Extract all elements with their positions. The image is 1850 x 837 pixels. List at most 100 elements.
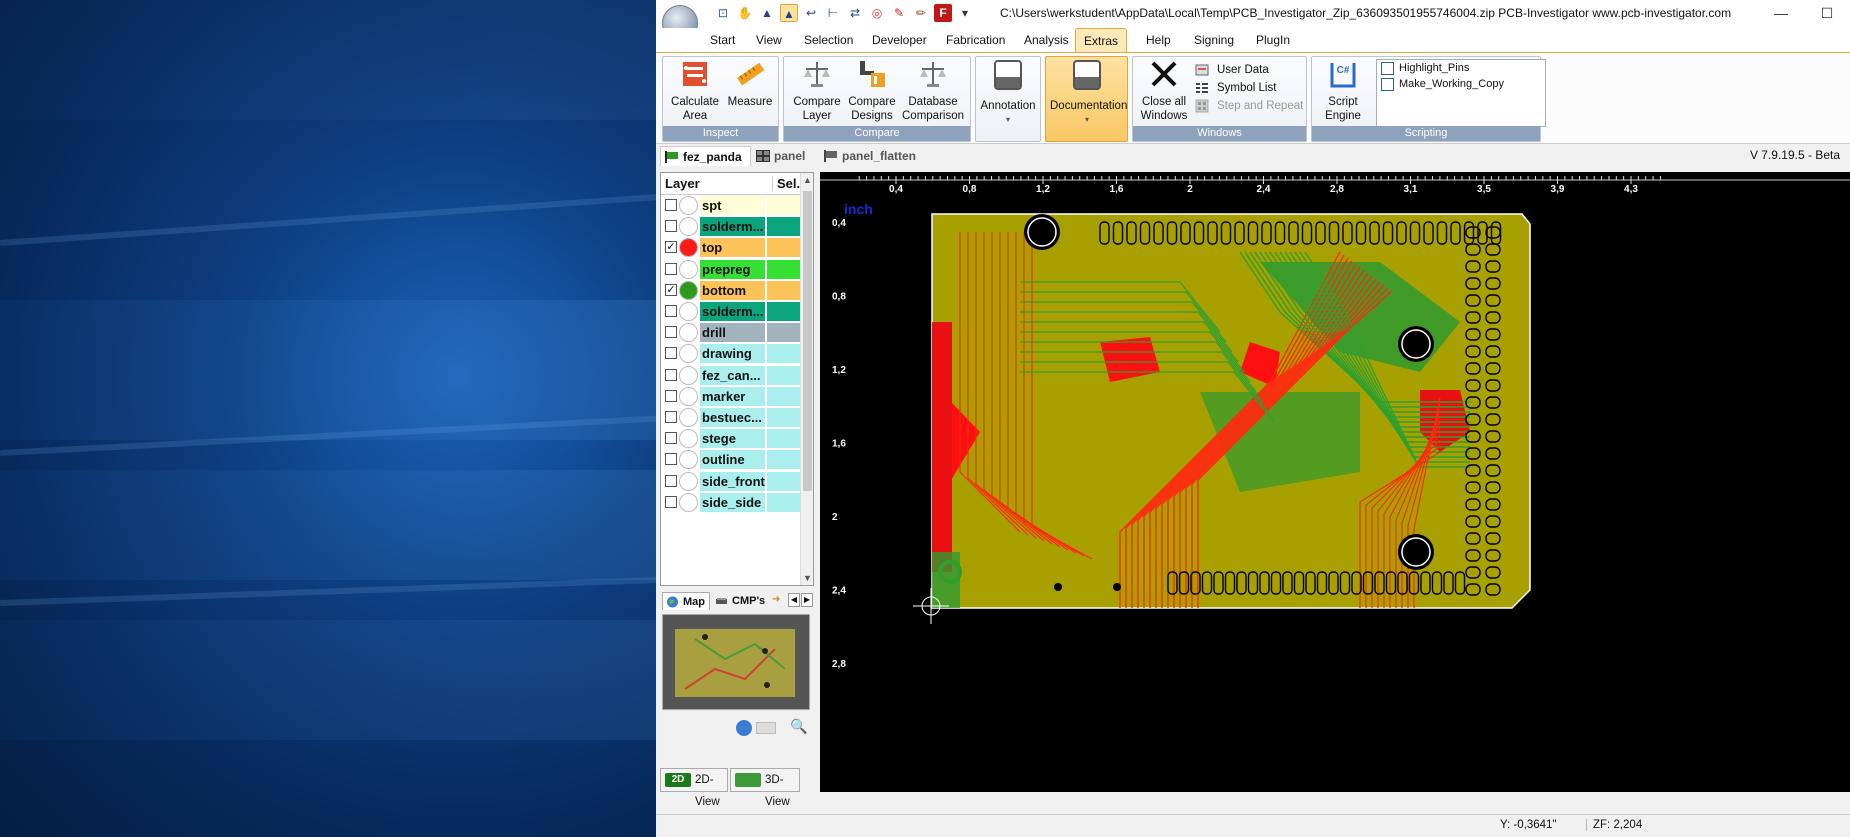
layer-sel-cell[interactable] — [767, 429, 801, 449]
compare-layer-button[interactable]: Compare Layer — [790, 59, 844, 123]
layer-sel-cell[interactable] — [767, 238, 801, 258]
layer-checkbox[interactable] — [665, 368, 677, 381]
tab-developer[interactable]: Developer — [864, 28, 935, 52]
flip-icon[interactable]: ⇄ — [846, 4, 864, 22]
layer-checkbox[interactable] — [665, 474, 677, 487]
layer-sel-cell[interactable] — [767, 408, 801, 427]
layer-sel-cell[interactable] — [767, 196, 801, 215]
layer-checkbox[interactable] — [665, 453, 677, 466]
tab-extras[interactable]: Extras — [1075, 28, 1128, 52]
view-2d-button[interactable]: 2D 2D-View — [660, 768, 728, 808]
layer-scrollbar[interactable]: ▲ ▼ — [800, 173, 813, 585]
layer-sel-cell[interactable] — [767, 492, 801, 512]
layer-row[interactable]: bestuec... — [661, 407, 801, 428]
layer-row[interactable]: spt — [661, 195, 801, 216]
layer-color-swatch[interactable] — [679, 196, 698, 215]
documentation-button[interactable]: Documentation ▾ — [1045, 56, 1128, 142]
pin-icon[interactable]: ➔ — [772, 594, 780, 605]
tab-view[interactable]: View — [748, 28, 790, 52]
tab-cmps[interactable]: CMP's — [712, 592, 769, 610]
layer-checkbox[interactable]: ✓ — [665, 241, 677, 254]
layer-row[interactable]: side_front — [661, 471, 801, 492]
tab-plugin[interactable]: PlugIn — [1248, 28, 1298, 52]
script-item-highlight-pins[interactable]: Highlight_Pins — [1377, 60, 1545, 76]
database-comparison-button[interactable]: Database Comparison — [900, 59, 966, 123]
doc-tab-panel[interactable]: panel — [752, 146, 813, 166]
layer-sel-cell[interactable] — [767, 217, 801, 237]
tab-signing[interactable]: Signing — [1186, 28, 1242, 52]
user-data-button[interactable]: User Data — [1191, 61, 1269, 79]
tab-fabrication[interactable]: Fabrication — [938, 28, 1013, 52]
layer-checkbox[interactable] — [665, 262, 677, 275]
layer-row[interactable]: drawing — [661, 343, 801, 365]
select-active-icon[interactable]: ▲ — [780, 4, 798, 22]
layer-color-swatch[interactable] — [679, 238, 698, 258]
scroll-up-icon[interactable]: ▲ — [803, 175, 812, 185]
layer-sel-cell[interactable] — [767, 450, 801, 470]
measure-button[interactable]: Measure — [725, 59, 775, 109]
layer-sel-cell[interactable] — [767, 280, 801, 300]
layer-row[interactable]: outline — [661, 449, 801, 471]
layer-sel-cell[interactable] — [767, 344, 801, 364]
tab-scroll-right-icon[interactable]: ▶ — [801, 593, 813, 607]
map-zoom-icon[interactable]: 🔍 — [790, 718, 807, 735]
scroll-down-icon[interactable]: ▼ — [803, 573, 812, 583]
tab-start[interactable]: Start — [702, 28, 743, 52]
layer-color-swatch[interactable] — [679, 471, 698, 491]
script-engine-button[interactable]: C# Script Engine — [1316, 59, 1370, 123]
pencil-icon[interactable]: ✏ — [912, 4, 930, 22]
board-overview-map[interactable] — [662, 614, 810, 710]
circle-icon[interactable]: ◎ — [868, 4, 886, 22]
layer-color-swatch[interactable] — [679, 217, 698, 237]
layer-row[interactable]: solderm... — [661, 301, 801, 322]
tab-analysis[interactable]: Analysis — [1016, 28, 1077, 52]
select-arrow-icon[interactable]: ▲ — [758, 4, 776, 22]
tab-map[interactable]: Map — [662, 592, 710, 610]
symbol-list-button[interactable]: Symbol List — [1191, 79, 1276, 97]
map-slider[interactable] — [756, 722, 776, 734]
layer-checkbox[interactable] — [665, 220, 677, 233]
layer-color-swatch[interactable] — [679, 344, 698, 364]
layer-sel-cell[interactable] — [767, 259, 801, 279]
layer-color-swatch[interactable] — [679, 259, 698, 279]
layer-row[interactable]: solderm... — [661, 216, 801, 238]
tab-help[interactable]: Help — [1138, 28, 1179, 52]
minimize-icon[interactable]: — — [1758, 0, 1804, 26]
layer-color-swatch[interactable] — [679, 302, 698, 321]
layer-checkbox[interactable] — [665, 495, 677, 508]
measure-line-icon[interactable]: ⊢ — [824, 4, 842, 22]
doc-tab-fez-panda[interactable]: fez_panda — [660, 146, 751, 166]
layer-color-swatch[interactable] — [679, 280, 698, 300]
annotation-button[interactable]: Annotation ▾ — [980, 59, 1036, 127]
layer-color-swatch[interactable] — [679, 492, 698, 512]
layer-color-swatch[interactable] — [679, 429, 698, 449]
layer-checkbox[interactable] — [665, 411, 677, 423]
layer-row[interactable]: fez_can... — [661, 365, 801, 386]
scroll-thumb[interactable] — [803, 191, 812, 491]
layer-sel-cell[interactable] — [767, 471, 801, 491]
view-3d-button[interactable]: 3D-View — [730, 768, 800, 808]
customize-qat-icon[interactable]: ▾ — [956, 4, 974, 22]
layer-row[interactable]: ✓ bottom — [661, 280, 801, 301]
layer-checkbox[interactable] — [665, 432, 677, 445]
pan-hand-icon[interactable]: ✋ — [736, 4, 754, 22]
compare-designs-button[interactable]: Compare Designs — [846, 59, 898, 123]
layer-checkbox[interactable] — [665, 326, 677, 339]
layer-sel-cell[interactable] — [767, 302, 801, 321]
layer-checkbox[interactable] — [665, 347, 677, 360]
tab-scroll-left-icon[interactable]: ◀ — [788, 593, 800, 607]
layer-row[interactable]: prepreg — [661, 259, 801, 280]
layer-color-swatch[interactable] — [679, 323, 698, 343]
zoom-window-icon[interactable]: ⊡ — [714, 4, 732, 22]
layer-checkbox[interactable] — [665, 199, 677, 211]
step-and-repeat-button[interactable]: Step and Repeat — [1191, 97, 1303, 115]
pdf-export-icon[interactable]: F — [934, 4, 952, 22]
highlighter-icon[interactable]: ✎ — [890, 4, 908, 22]
script-item-make-working-copy[interactable]: Make_Working_Copy — [1377, 76, 1545, 92]
layer-color-swatch[interactable] — [679, 365, 698, 385]
layer-row[interactable]: marker — [661, 386, 801, 407]
maximize-icon[interactable]: ☐ — [1804, 0, 1850, 26]
layer-color-swatch[interactable] — [679, 450, 698, 470]
layer-sel-cell[interactable] — [767, 365, 801, 385]
calculate-area-button[interactable]: Calculate Area — [669, 59, 721, 123]
